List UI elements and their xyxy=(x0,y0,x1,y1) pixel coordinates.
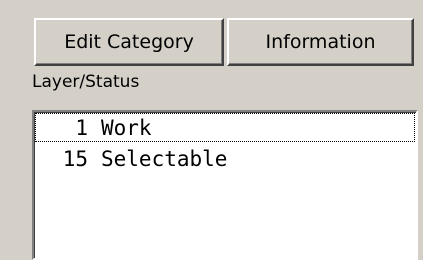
layer-status-listbox[interactable]: 1 Work 15 Selectable xyxy=(32,110,418,260)
layer-status-panel: Edit Category Information Layer/Status 1… xyxy=(0,0,423,260)
layer-status-label: Layer/Status xyxy=(32,72,140,92)
list-item[interactable]: 1 Work xyxy=(34,112,416,143)
layer-name: Selectable xyxy=(101,146,228,171)
layer-number: 15 xyxy=(62,146,88,171)
layer-number: 1 xyxy=(75,115,88,140)
layer-name: Work xyxy=(101,115,152,140)
information-button[interactable]: Information xyxy=(227,18,414,66)
list-item[interactable]: 15 Selectable xyxy=(34,143,416,174)
edit-category-button[interactable]: Edit Category xyxy=(34,18,224,66)
